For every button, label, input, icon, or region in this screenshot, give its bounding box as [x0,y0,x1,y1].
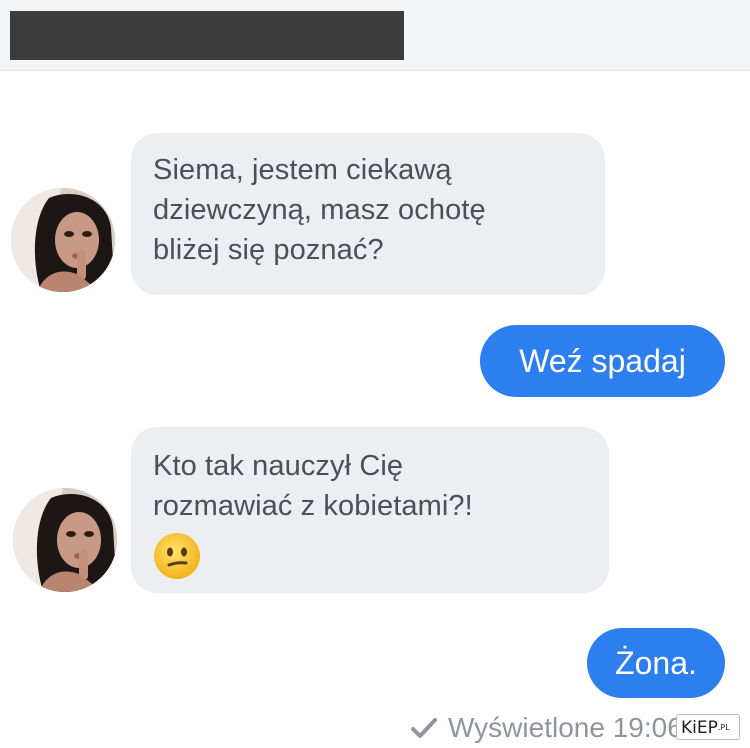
seen-label: Wyświetlone 19:06 [448,712,683,743]
incoming-message[interactable]: Siema, jestem ciekawą dziewczyną, masz o… [131,133,605,295]
message-line: rozmawiać z kobietami?! [153,490,473,522]
watermark-tld: .PL [717,723,730,732]
confused-face-emoji [153,532,201,580]
contact-avatar[interactable] [11,188,115,292]
watermark-brand: KiEP [681,718,718,738]
conversation-header [0,0,750,71]
outgoing-message[interactable]: Żona. [587,628,725,698]
incoming-message[interactable]: Kto tak nauczył Cię rozmawiać z kobietam… [131,427,609,593]
seen-status: Wyświetlone 19:06 [410,712,683,744]
message-line: Kto tak nauczył Cię [153,450,404,482]
avatar-photo-icon [11,188,115,292]
outgoing-message[interactable]: Weź spadaj [480,325,725,397]
message-text: Żona. [615,644,697,681]
check-icon [411,718,437,738]
contact-avatar[interactable] [13,488,117,592]
site-watermark-logo: KiEP.PL [676,714,740,740]
message-text: Weź spadaj [519,342,686,379]
message-line: Siema, jestem ciekawą [153,154,452,186]
contact-name-redaction [10,11,404,60]
chat-screen: Siema, jestem ciekawą dziewczyną, masz o… [0,0,750,748]
avatar-photo-icon [13,488,117,592]
message-line: dziewczyną, masz ochotę [153,194,486,226]
message-line: bliżej się poznać? [153,234,384,266]
